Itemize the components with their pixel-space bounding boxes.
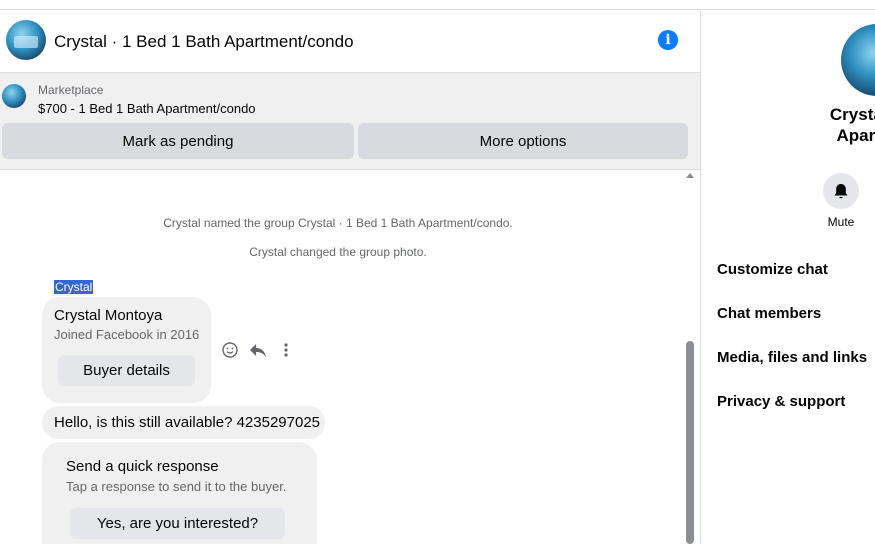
chat-info-panel: Crystal · 1 Apartme Mute Customize chat …	[701, 10, 875, 544]
mark-as-pending-button[interactable]: Mark as pending	[2, 123, 354, 159]
buyer-details-button[interactable]: Buyer details	[58, 355, 195, 386]
bell-icon	[834, 183, 848, 198]
smile-icon[interactable]	[221, 341, 239, 359]
listing-thumbnail[interactable]	[2, 84, 26, 108]
menu-item-privacy-support[interactable]: Privacy & support	[717, 393, 845, 410]
marketplace-listing-banner: Marketplace $700 - 1 Bed 1 Bath Apartmen…	[0, 73, 700, 170]
buyer-profile-card: Crystal Montoya Joined Facebook in 2016 …	[42, 297, 211, 403]
panel-chat-name-line1: Crystal · 1	[829, 105, 875, 124]
chat-title[interactable]: Crystal · 1 Bed 1 Bath Apartment/condo	[54, 32, 354, 52]
scroll-up-arrow-icon[interactable]	[686, 173, 694, 178]
reply-icon[interactable]	[249, 341, 267, 359]
window-top-strip	[0, 0, 875, 10]
system-message: Crystal named the group Crystal · 1 Bed …	[163, 216, 513, 230]
quick-response-card: Send a quick response Tap a response to …	[42, 442, 317, 544]
listing-price-title[interactable]: $700 - 1 Bed 1 Bath Apartment/condo	[38, 101, 256, 116]
sender-name-label: Crystal	[54, 280, 94, 294]
more-vertical-icon[interactable]	[277, 341, 295, 359]
more-options-button[interactable]: More options	[358, 123, 688, 159]
quick-response-subtitle: Tap a response to send it to the buyer.	[66, 479, 287, 494]
panel-chat-name-line2: Apartme	[836, 126, 875, 145]
buyer-name: Crystal Montoya	[54, 307, 163, 324]
buyer-joined-info: Joined Facebook in 2016	[54, 327, 200, 342]
panel-chat-name: Crystal · 1 Apartme	[771, 104, 875, 146]
info-icon[interactable]: i	[658, 30, 678, 50]
group-avatar-large[interactable]	[841, 24, 875, 96]
mute-button[interactable]	[823, 173, 859, 209]
quick-response-title: Send a quick response	[66, 458, 219, 475]
menu-item-media-files-links[interactable]: Media, files and links	[717, 349, 867, 366]
system-message: Crystal changed the group photo.	[249, 245, 427, 259]
mute-label: Mute	[827, 215, 855, 229]
quick-response-button[interactable]: Yes, are you interested?	[70, 508, 285, 539]
scrollbar-thumb[interactable]	[686, 341, 694, 544]
menu-item-chat-members[interactable]: Chat members	[717, 305, 821, 322]
message-bubble[interactable]: Hello, is this still available? 42352970…	[42, 406, 325, 439]
listing-source-label: Marketplace	[38, 83, 104, 97]
chat-header: Crystal · 1 Bed 1 Bath Apartment/condo i	[0, 10, 700, 73]
menu-item-customize-chat[interactable]: Customize chat	[717, 261, 828, 278]
group-avatar-icon[interactable]	[6, 20, 46, 60]
